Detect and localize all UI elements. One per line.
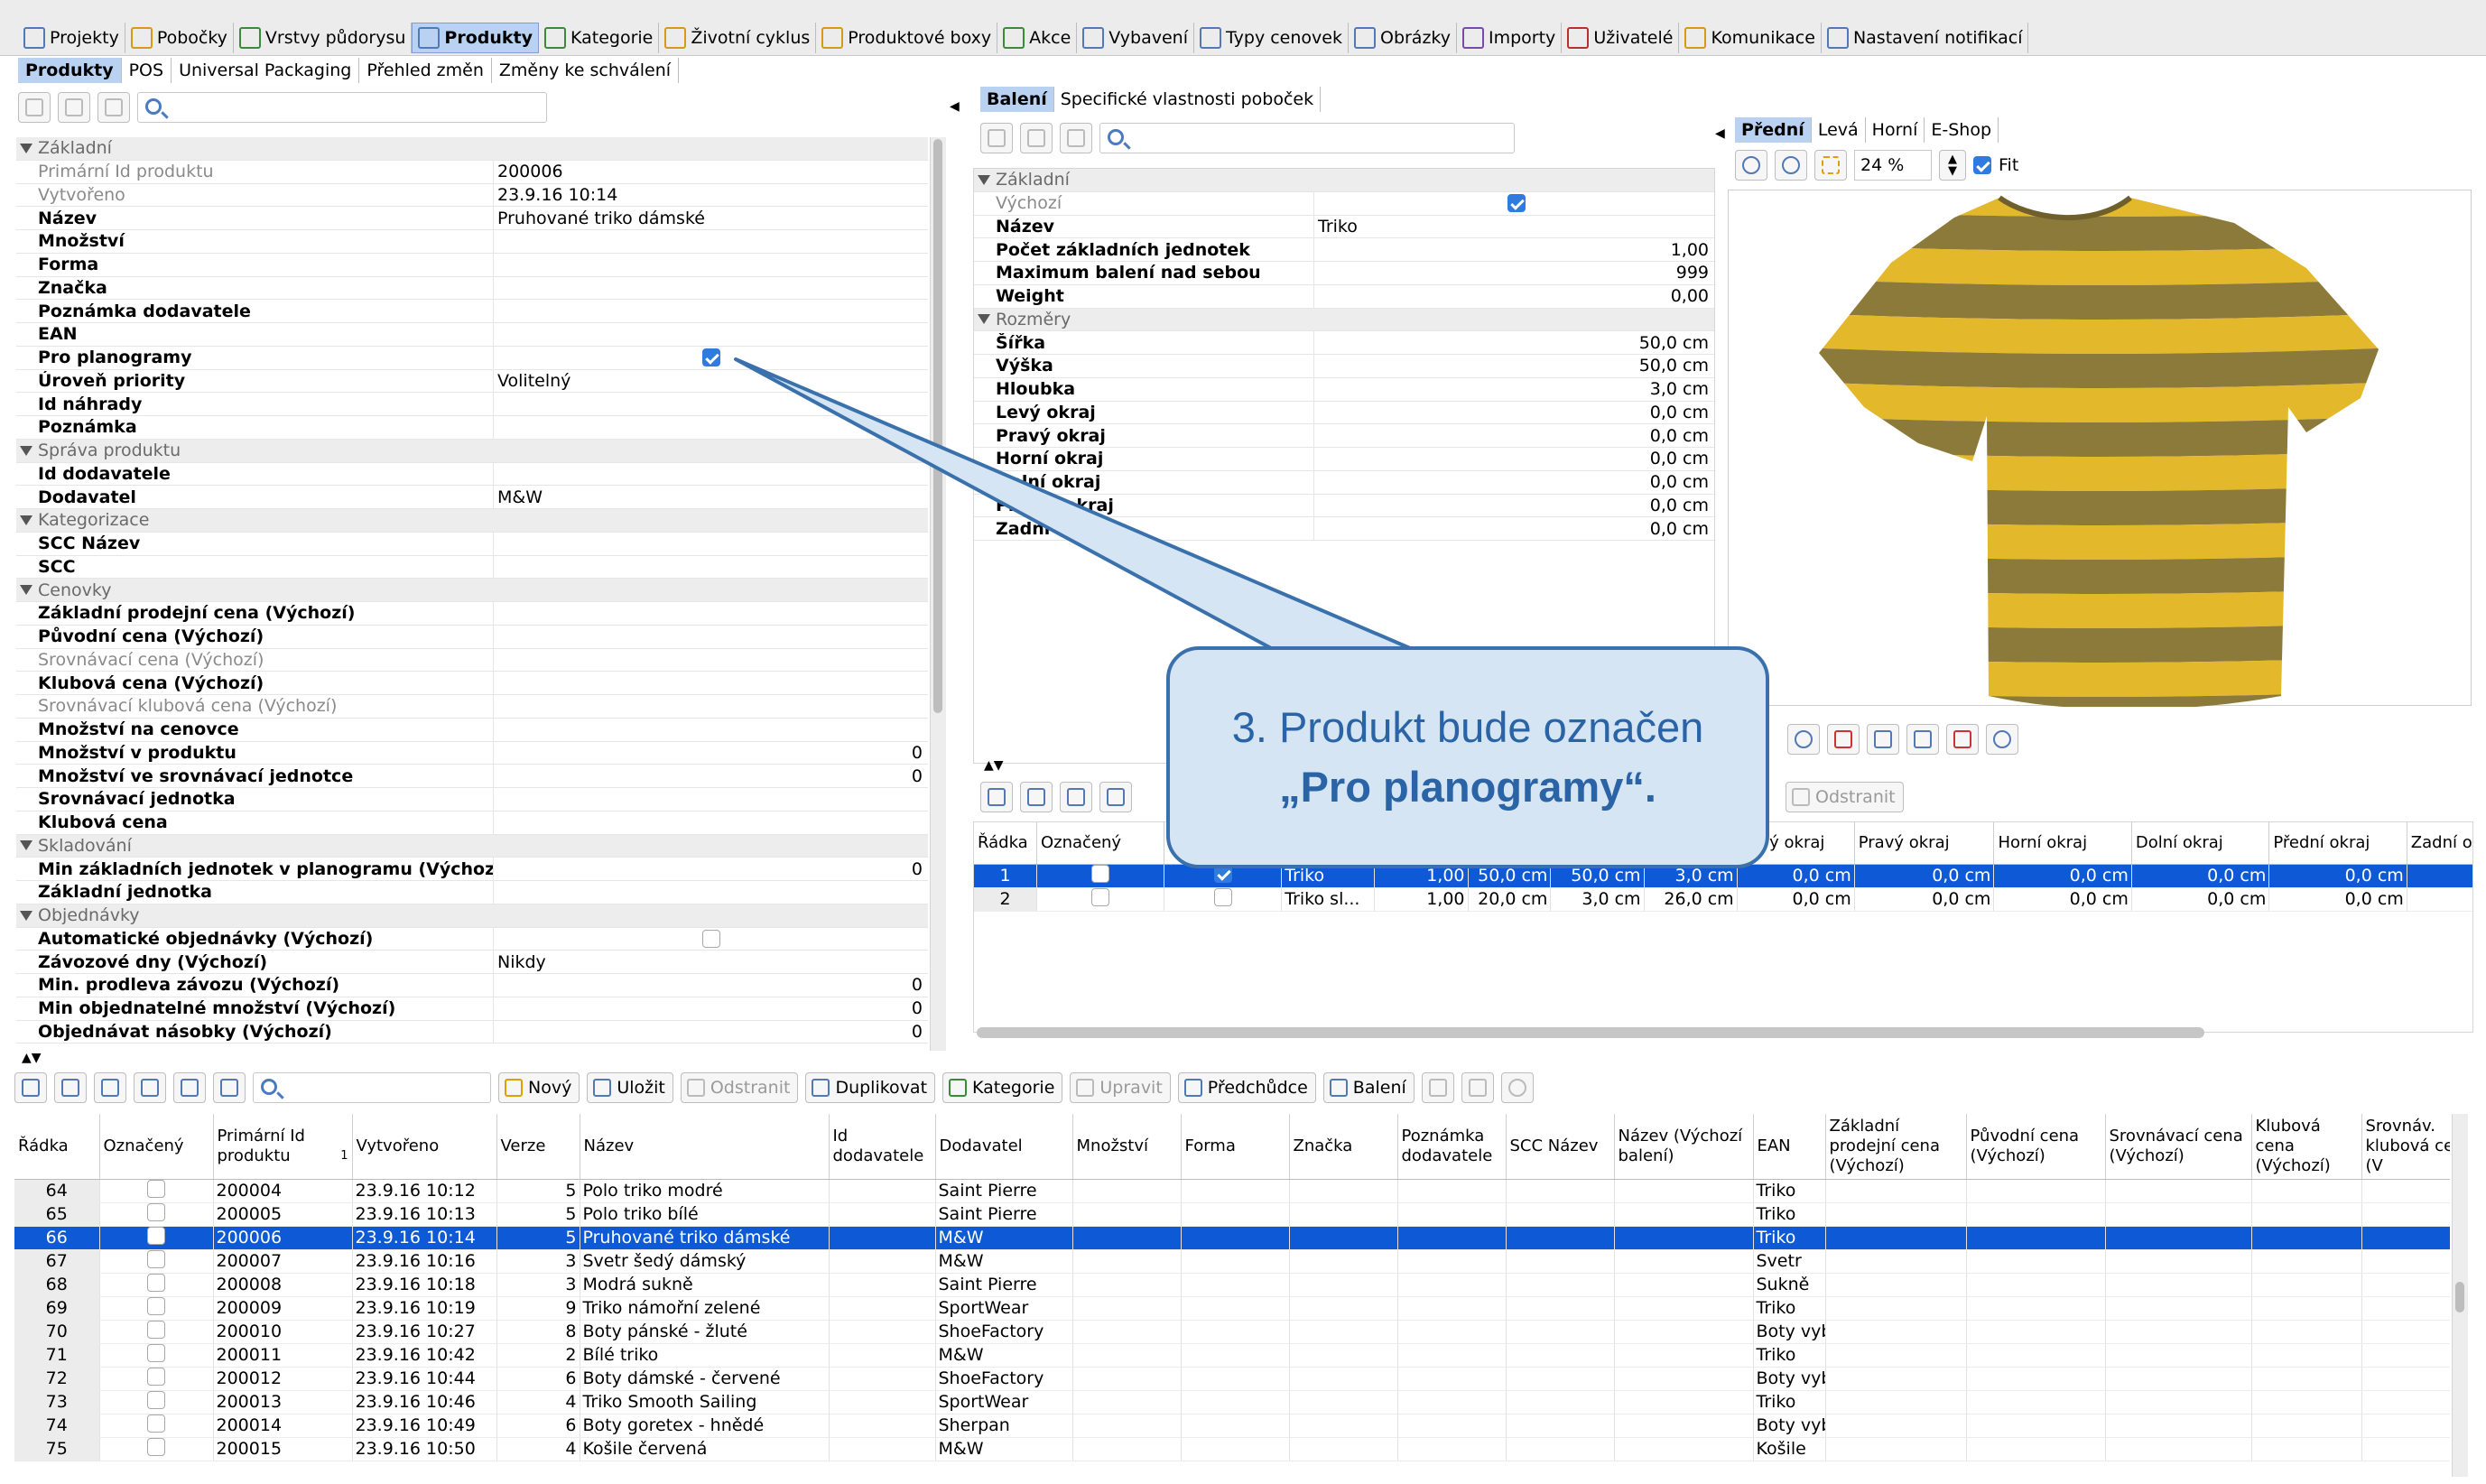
callout-pointer-cover: [1273, 652, 1408, 659]
callout-arrow-joint: [1273, 652, 1408, 659]
app-window: Projekty Pobočky Vrstvy půdorysu Produkty Ka…: [0, 0, 2486, 1484]
